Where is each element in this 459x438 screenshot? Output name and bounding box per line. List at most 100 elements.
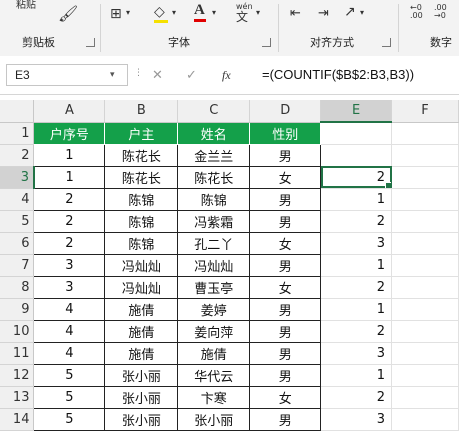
cell-c4[interactable]: 陈锦: [177, 187, 251, 211]
cell-f5[interactable]: [391, 210, 459, 233]
cell-a2[interactable]: 1: [33, 143, 106, 167]
cell-b10[interactable]: 施倩: [104, 319, 179, 343]
cell-a4[interactable]: 2: [33, 187, 106, 211]
cell-c13[interactable]: 卞寒: [177, 385, 251, 409]
cell-d10[interactable]: 男: [249, 319, 322, 343]
cell-b13[interactable]: 张小丽: [104, 385, 179, 409]
cell-e2[interactable]: [320, 144, 393, 167]
cell-a10[interactable]: 4: [33, 319, 106, 343]
cell-a7[interactable]: 3: [33, 253, 106, 277]
paste-icon[interactable]: 粘贴: [16, 0, 36, 11]
cell-a12[interactable]: 5: [33, 363, 106, 387]
cell-e9[interactable]: 1: [320, 298, 393, 321]
row-header[interactable]: 7: [0, 254, 35, 277]
cell-b1[interactable]: 户主: [104, 121, 179, 145]
cell-a3[interactable]: 1: [33, 165, 106, 189]
cell-e8[interactable]: 2: [320, 276, 393, 299]
cell-d8[interactable]: 女: [249, 275, 322, 299]
column-header-d[interactable]: D: [249, 100, 322, 123]
cell-d4[interactable]: 男: [249, 187, 322, 211]
cancel-icon[interactable]: ✕: [152, 68, 163, 83]
border-icon[interactable]: ⊞: [110, 6, 122, 22]
cell-e14[interactable]: 3: [320, 408, 393, 431]
fill-color-icon[interactable]: ◇: [154, 4, 168, 23]
decrease-decimal-icon[interactable]: .00 →0: [434, 4, 447, 20]
row-header[interactable]: 2: [0, 144, 35, 167]
cell-f9[interactable]: [391, 298, 459, 321]
cell-e1[interactable]: [320, 122, 393, 145]
cell-e11[interactable]: 3: [320, 342, 393, 365]
cell-b3[interactable]: 陈花长: [104, 165, 179, 189]
cell-f4[interactable]: [391, 188, 459, 211]
cell-d13[interactable]: 女: [249, 385, 322, 409]
chevron-down-icon[interactable]: ▾: [172, 8, 176, 17]
row-header[interactable]: 14: [0, 408, 35, 431]
cell-c5[interactable]: 冯紫霜: [177, 209, 251, 233]
cell-c2[interactable]: 金兰兰: [177, 143, 251, 167]
row-header[interactable]: 1: [0, 122, 35, 145]
cell-f2[interactable]: [391, 144, 459, 167]
cell-f8[interactable]: [391, 276, 459, 299]
cell-a5[interactable]: 2: [33, 209, 106, 233]
cell-f3[interactable]: [391, 166, 459, 189]
cell-e13[interactable]: 2: [320, 386, 393, 409]
decrease-indent-icon[interactable]: ⇤: [290, 6, 301, 21]
cell-e3[interactable]: 2: [320, 166, 393, 189]
row-header[interactable]: 12: [0, 364, 35, 387]
chevron-down-icon[interactable]: ▾: [256, 8, 260, 17]
cell-e5[interactable]: 2: [320, 210, 393, 233]
cell-b7[interactable]: 冯灿灿: [104, 253, 179, 277]
column-header-f[interactable]: F: [391, 100, 459, 123]
cell-f6[interactable]: [391, 232, 459, 255]
row-header[interactable]: 4: [0, 188, 35, 211]
worksheet-grid[interactable]: A B C D E F 1 户序号 户主 姓名 性别 2 1 陈花长 金兰兰男 3 1 陈花长 陈花长女…: [0, 100, 459, 431]
cell-e7[interactable]: 1: [320, 254, 393, 277]
row-header[interactable]: 8: [0, 276, 35, 299]
cell-d12[interactable]: 男: [249, 363, 322, 387]
cell-b14[interactable]: 张小丽: [104, 407, 179, 431]
cell-c11[interactable]: 施倩: [177, 341, 251, 365]
cell-b6[interactable]: 陈锦: [104, 231, 179, 255]
increase-decimal-icon[interactable]: ←0.00: [410, 4, 423, 20]
chevron-down-icon[interactable]: ▾: [360, 8, 364, 17]
chevron-down-icon[interactable]: ▾: [126, 8, 130, 17]
cell-b11[interactable]: 施倩: [104, 341, 179, 365]
row-header[interactable]: 6: [0, 232, 35, 255]
cell-c7[interactable]: 冯灿灿: [177, 253, 251, 277]
orientation-icon[interactable]: ↗: [344, 4, 356, 20]
cell-d9[interactable]: 男: [249, 297, 322, 321]
cell-b8[interactable]: 冯灿灿: [104, 275, 179, 299]
cell-f14[interactable]: [391, 408, 459, 431]
format-painter-icon[interactable]: 🖌: [58, 4, 78, 23]
insert-function-icon[interactable]: fx: [222, 68, 231, 83]
chevron-down-icon[interactable]: ▾: [212, 8, 216, 17]
column-header-b[interactable]: B: [104, 100, 179, 123]
cell-f7[interactable]: [391, 254, 459, 277]
cell-f10[interactable]: [391, 320, 459, 343]
cell-a13[interactable]: 5: [33, 385, 106, 409]
cell-e12[interactable]: 1: [320, 364, 393, 387]
row-header[interactable]: 11: [0, 342, 35, 365]
cell-c14[interactable]: 张小丽: [177, 407, 251, 431]
cell-b4[interactable]: 陈锦: [104, 187, 179, 211]
cell-f13[interactable]: [391, 386, 459, 409]
alignment-launcher-icon[interactable]: [382, 38, 391, 47]
cell-d5[interactable]: 男: [249, 209, 322, 233]
enter-icon[interactable]: ✓: [186, 68, 197, 83]
chevron-down-icon[interactable]: ▾: [110, 70, 115, 80]
cell-c9[interactable]: 姜婷: [177, 297, 251, 321]
cell-a8[interactable]: 3: [33, 275, 106, 299]
cell-b5[interactable]: 陈锦: [104, 209, 179, 233]
cell-d7[interactable]: 男: [249, 253, 322, 277]
cell-b9[interactable]: 施倩: [104, 297, 179, 321]
cell-e4[interactable]: 1: [320, 188, 393, 211]
cell-c6[interactable]: 孔二丫: [177, 231, 251, 255]
row-header[interactable]: 10: [0, 320, 35, 343]
cell-a9[interactable]: 4: [33, 297, 106, 321]
font-launcher-icon[interactable]: [262, 38, 271, 47]
cell-a1[interactable]: 户序号: [33, 121, 106, 145]
cell-c12[interactable]: 华代云: [177, 363, 251, 387]
clipboard-launcher-icon[interactable]: [86, 38, 95, 47]
cell-d6[interactable]: 女: [249, 231, 322, 255]
cell-d11[interactable]: 男: [249, 341, 322, 365]
